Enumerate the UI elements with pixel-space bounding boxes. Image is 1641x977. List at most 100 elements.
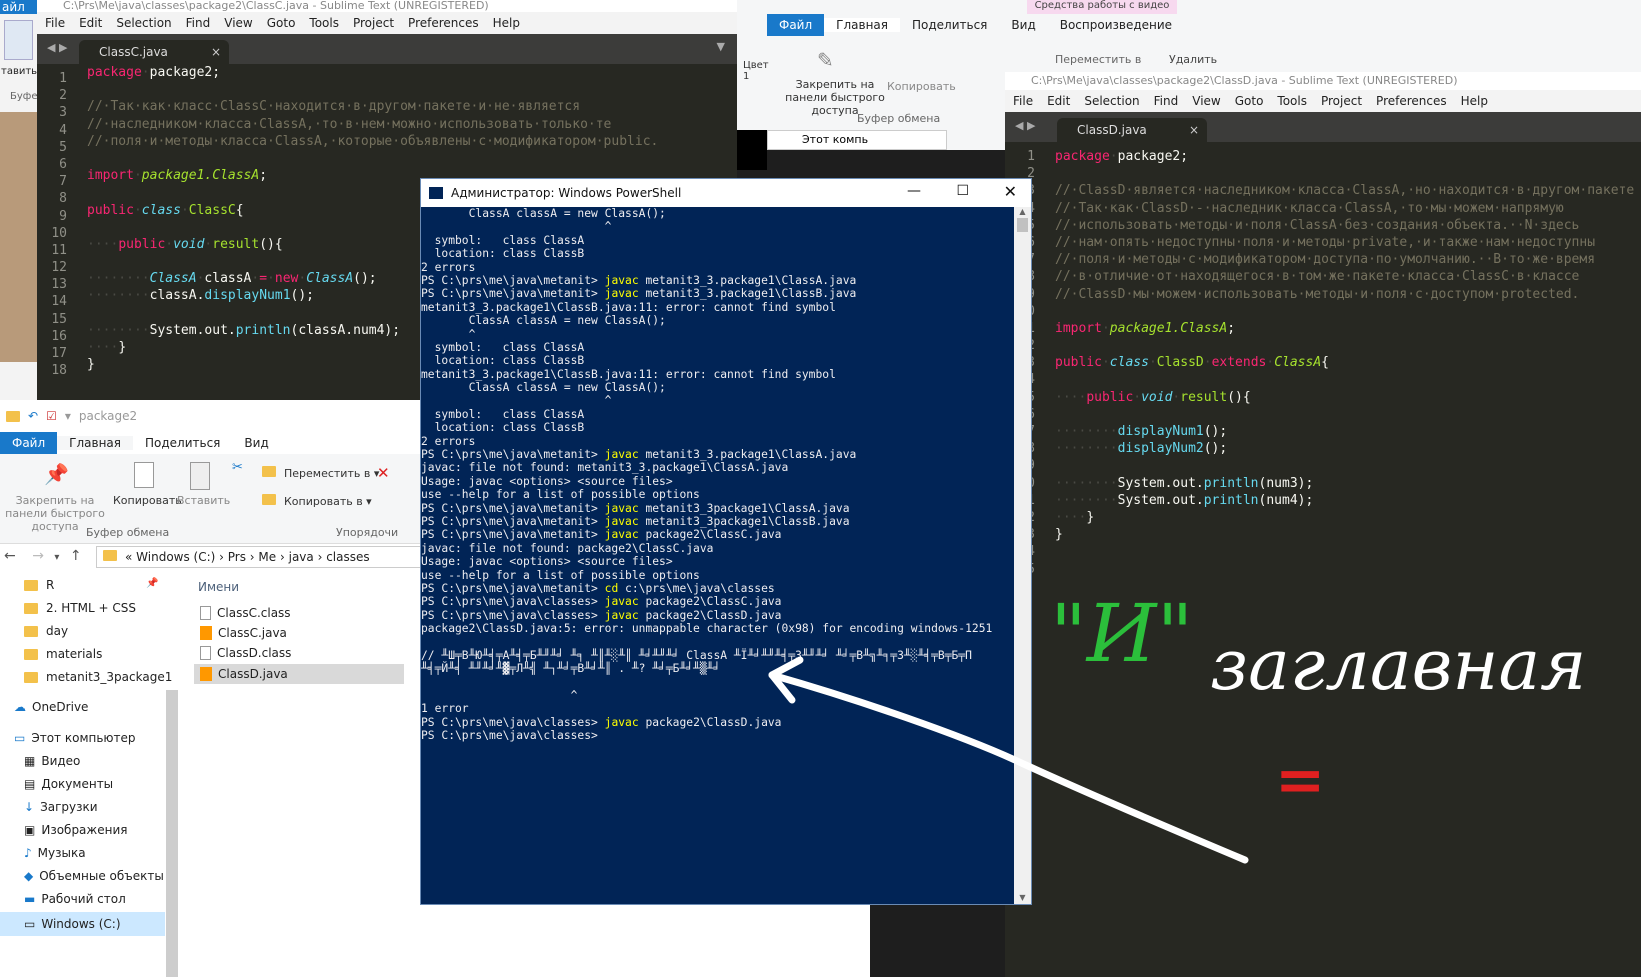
window-title: Администратор: Windows PowerShell	[451, 186, 682, 200]
menu-file[interactable]: File	[45, 16, 65, 30]
forward-icon[interactable]: →	[32, 548, 44, 564]
copy-label[interactable]: Копировать	[887, 80, 956, 93]
qat-dropdown-icon[interactable]: ▾	[65, 409, 71, 423]
copy-icon[interactable]	[134, 462, 154, 488]
paste-icon[interactable]	[4, 20, 33, 60]
tab-playback[interactable]: Воспроизведение	[1048, 18, 1184, 32]
nav-item-video[interactable]: ▦ Видео	[24, 754, 80, 768]
paste-icon[interactable]	[190, 462, 210, 490]
tab-view[interactable]: Вид	[999, 18, 1047, 32]
address-bar[interactable]: Этот компь	[767, 130, 947, 150]
nav-item-3d-objects[interactable]: ◆ Объемные объекты	[24, 869, 164, 883]
menu-goto[interactable]: Goto	[1235, 94, 1264, 108]
crumb-prs[interactable]: Prs	[228, 550, 246, 564]
back-icon[interactable]: ←	[4, 548, 16, 564]
up-icon[interactable]: ↑	[70, 548, 82, 564]
menu-project[interactable]: Project	[1321, 94, 1362, 108]
tab-close-icon[interactable]: ×	[211, 40, 221, 64]
menu-selection[interactable]: Selection	[116, 16, 171, 30]
column-header-name[interactable]: Имени	[198, 580, 239, 594]
console-scrollbar[interactable]: ▲ ▼	[1014, 207, 1031, 904]
menu-tools[interactable]: Tools	[309, 16, 339, 30]
delete-button[interactable]: Удалить	[1169, 53, 1217, 66]
tab-dropdown-icon[interactable]: ▼	[717, 40, 725, 53]
tab-home[interactable]: Главная	[824, 18, 900, 32]
console-line: 2 errors	[421, 434, 476, 448]
file-item-selected[interactable]: ClassD.java	[194, 664, 404, 684]
menu-preferences[interactable]: Preferences	[408, 16, 479, 30]
pin-icon[interactable]: 📌	[44, 462, 69, 486]
copy-button[interactable]: Копировать	[113, 494, 182, 507]
move-to-button[interactable]: Переместить в ▾	[262, 466, 379, 480]
nav-item-metanit[interactable]: metanit3_3package1	[24, 670, 172, 684]
pin-icon[interactable]: ✎	[817, 48, 834, 72]
nav-item-day[interactable]: day	[24, 624, 68, 638]
menu-selection[interactable]: Selection	[1084, 94, 1139, 108]
minimize-icon[interactable]: —	[907, 183, 921, 199]
close-icon[interactable]: ✕	[1004, 182, 1017, 201]
image-icon: ▣	[24, 823, 36, 837]
tab-share[interactable]: Поделиться	[133, 436, 232, 450]
recent-dropdown-icon[interactable]: ▾	[54, 552, 59, 563]
tab-home[interactable]: Главная	[57, 436, 133, 450]
nav-scrollbar[interactable]	[166, 690, 178, 977]
menu-help[interactable]: Help	[493, 16, 520, 30]
move-to-button[interactable]: Переместить в	[1055, 53, 1141, 66]
menu-view[interactable]: View	[1192, 94, 1220, 108]
menu-preferences[interactable]: Preferences	[1376, 94, 1447, 108]
tab-nav-arrows-icon[interactable]: ◀ ▶	[47, 41, 67, 54]
tab-share[interactable]: Поделиться	[900, 18, 999, 32]
nav-item-drive-c[interactable]: ▭ Windows (C:)	[0, 912, 165, 936]
tab-nav-arrows-icon[interactable]: ◀ ▶	[1015, 119, 1035, 132]
nav-item-html-css[interactable]: 2. HTML + CSS	[24, 601, 136, 615]
menu-help[interactable]: Help	[1461, 94, 1488, 108]
crumb-me[interactable]: Me	[258, 550, 276, 564]
delete-icon[interactable]: ✕	[377, 464, 390, 482]
tab-file[interactable]: Файл	[767, 14, 825, 36]
address-bar[interactable]: « Windows (C:) › Prs › Me › java › class…	[96, 546, 426, 568]
annotation-word: заглавная	[1210, 624, 1587, 706]
tab-close-icon[interactable]: ×	[1189, 118, 1199, 142]
line-number: 8	[59, 191, 67, 207]
file-item[interactable]: ClassD.class	[200, 646, 291, 660]
document-icon: ▤	[24, 777, 36, 791]
nav-item-materials[interactable]: materials	[24, 647, 102, 661]
crumb-java[interactable]: java	[289, 550, 314, 564]
fragment-file-tab[interactable]: айл	[0, 0, 37, 14]
paste-button[interactable]: Вставить	[177, 494, 230, 507]
nav-item-music[interactable]: ♪ Музыка	[24, 846, 86, 860]
tab-view[interactable]: Вид	[232, 436, 280, 450]
menu-goto[interactable]: Goto	[267, 16, 296, 30]
tab-file[interactable]: Файл	[0, 432, 58, 454]
file-item[interactable]: ClassC.class	[200, 606, 291, 620]
menu-project[interactable]: Project	[353, 16, 394, 30]
file-item[interactable]: ClassC.java	[200, 626, 287, 640]
menu-find[interactable]: Find	[186, 16, 211, 30]
undo-icon[interactable]: ↶	[28, 409, 38, 423]
tab-classd[interactable]: ClassD.java ×	[1057, 118, 1207, 142]
maximize-icon[interactable]: ☐	[956, 183, 969, 199]
crumb-classes[interactable]: classes	[326, 550, 369, 564]
menu-edit[interactable]: Edit	[1047, 94, 1070, 108]
code-editor[interactable]: 1234567891011121314151617181920212223242…	[1005, 142, 1641, 977]
properties-icon[interactable]: ☑	[46, 409, 57, 423]
nav-item-this-pc[interactable]: ▭ Этот компьютер	[14, 731, 136, 745]
copy-to-button[interactable]: Копировать в ▾	[262, 494, 372, 508]
nav-item-documents[interactable]: ▤ Документы	[24, 777, 113, 791]
nav-item-r[interactable]: R	[24, 578, 54, 592]
crumb-drive[interactable]: Windows (C:)	[136, 550, 215, 564]
console-output[interactable]: ClassA classA = new ClassA(); ^ symbol: …	[421, 207, 1014, 904]
menu-edit[interactable]: Edit	[79, 16, 102, 30]
nav-item-images[interactable]: ▣ Изображения	[24, 823, 127, 837]
menu-file[interactable]: File	[1013, 94, 1033, 108]
tab-classc[interactable]: ClassC.java ×	[79, 40, 229, 64]
nav-item-downloads[interactable]: ↓ Загрузки	[24, 800, 98, 814]
menu-tools[interactable]: Tools	[1277, 94, 1307, 108]
menu-view[interactable]: View	[224, 16, 252, 30]
menu-find[interactable]: Find	[1154, 94, 1179, 108]
nav-item-onedrive[interactable]: ☁ OneDrive	[14, 700, 88, 714]
line-number: 10	[51, 225, 67, 241]
cut-icon[interactable]: ✂	[232, 460, 243, 475]
nav-item-desktop[interactable]: ▬ Рабочий стол	[24, 892, 126, 906]
